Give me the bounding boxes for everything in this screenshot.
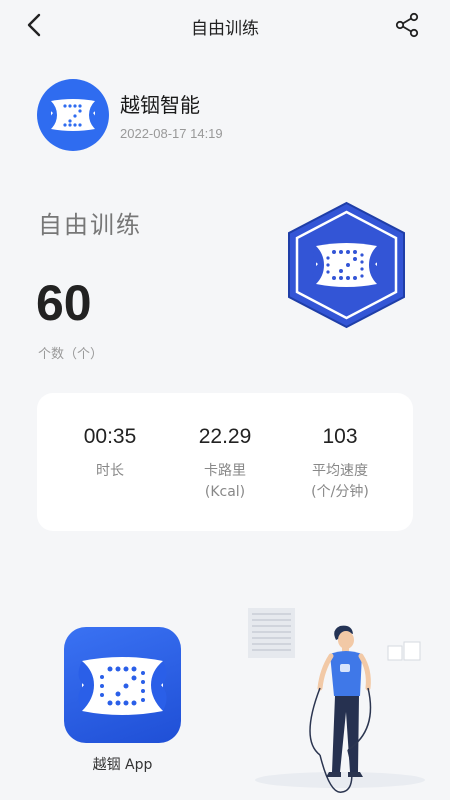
stat-label: 平均速度 (个/分钟) [311, 463, 369, 500]
share-icon[interactable] [394, 12, 420, 38]
brand-logo-icon [49, 99, 97, 131]
session-timestamp: 2022-08-17 14:19 [120, 126, 223, 141]
brand-name: 越铟智能 [120, 93, 200, 117]
jump-count-value: 60 [36, 275, 92, 331]
page-title: 自由训练 [191, 19, 259, 39]
stat-calories: 22.29 卡路里 (Kcal) [165, 393, 285, 503]
stat-value: 103 [322, 425, 358, 448]
stat-value: 22.29 [198, 425, 252, 448]
achievement-badge-icon [288, 201, 405, 329]
stat-average-speed: 103 平均速度 (个/分钟) [280, 393, 400, 503]
brand-avatar [37, 79, 109, 151]
stat-label: 卡路里 (Kcal) [204, 463, 246, 500]
jump-count-label: 个数（个） [38, 347, 104, 362]
stat-label: 时长 [96, 463, 124, 479]
app-label: 越铟 App [92, 757, 153, 773]
stats-card: 00:35 时长 22.29 卡路里 (Kcal) 103 平均速度 (个/分钟… [37, 393, 413, 531]
app-logo-icon [78, 657, 167, 715]
training-mode-title: 自由训练 [38, 211, 142, 239]
stat-duration: 00:35 时长 [50, 393, 170, 482]
app-icon[interactable] [64, 627, 181, 743]
stat-value: 00:35 [83, 425, 137, 448]
top-nav-bar: 自由训练 [0, 0, 450, 52]
jump-rope-illustration [248, 608, 425, 793]
